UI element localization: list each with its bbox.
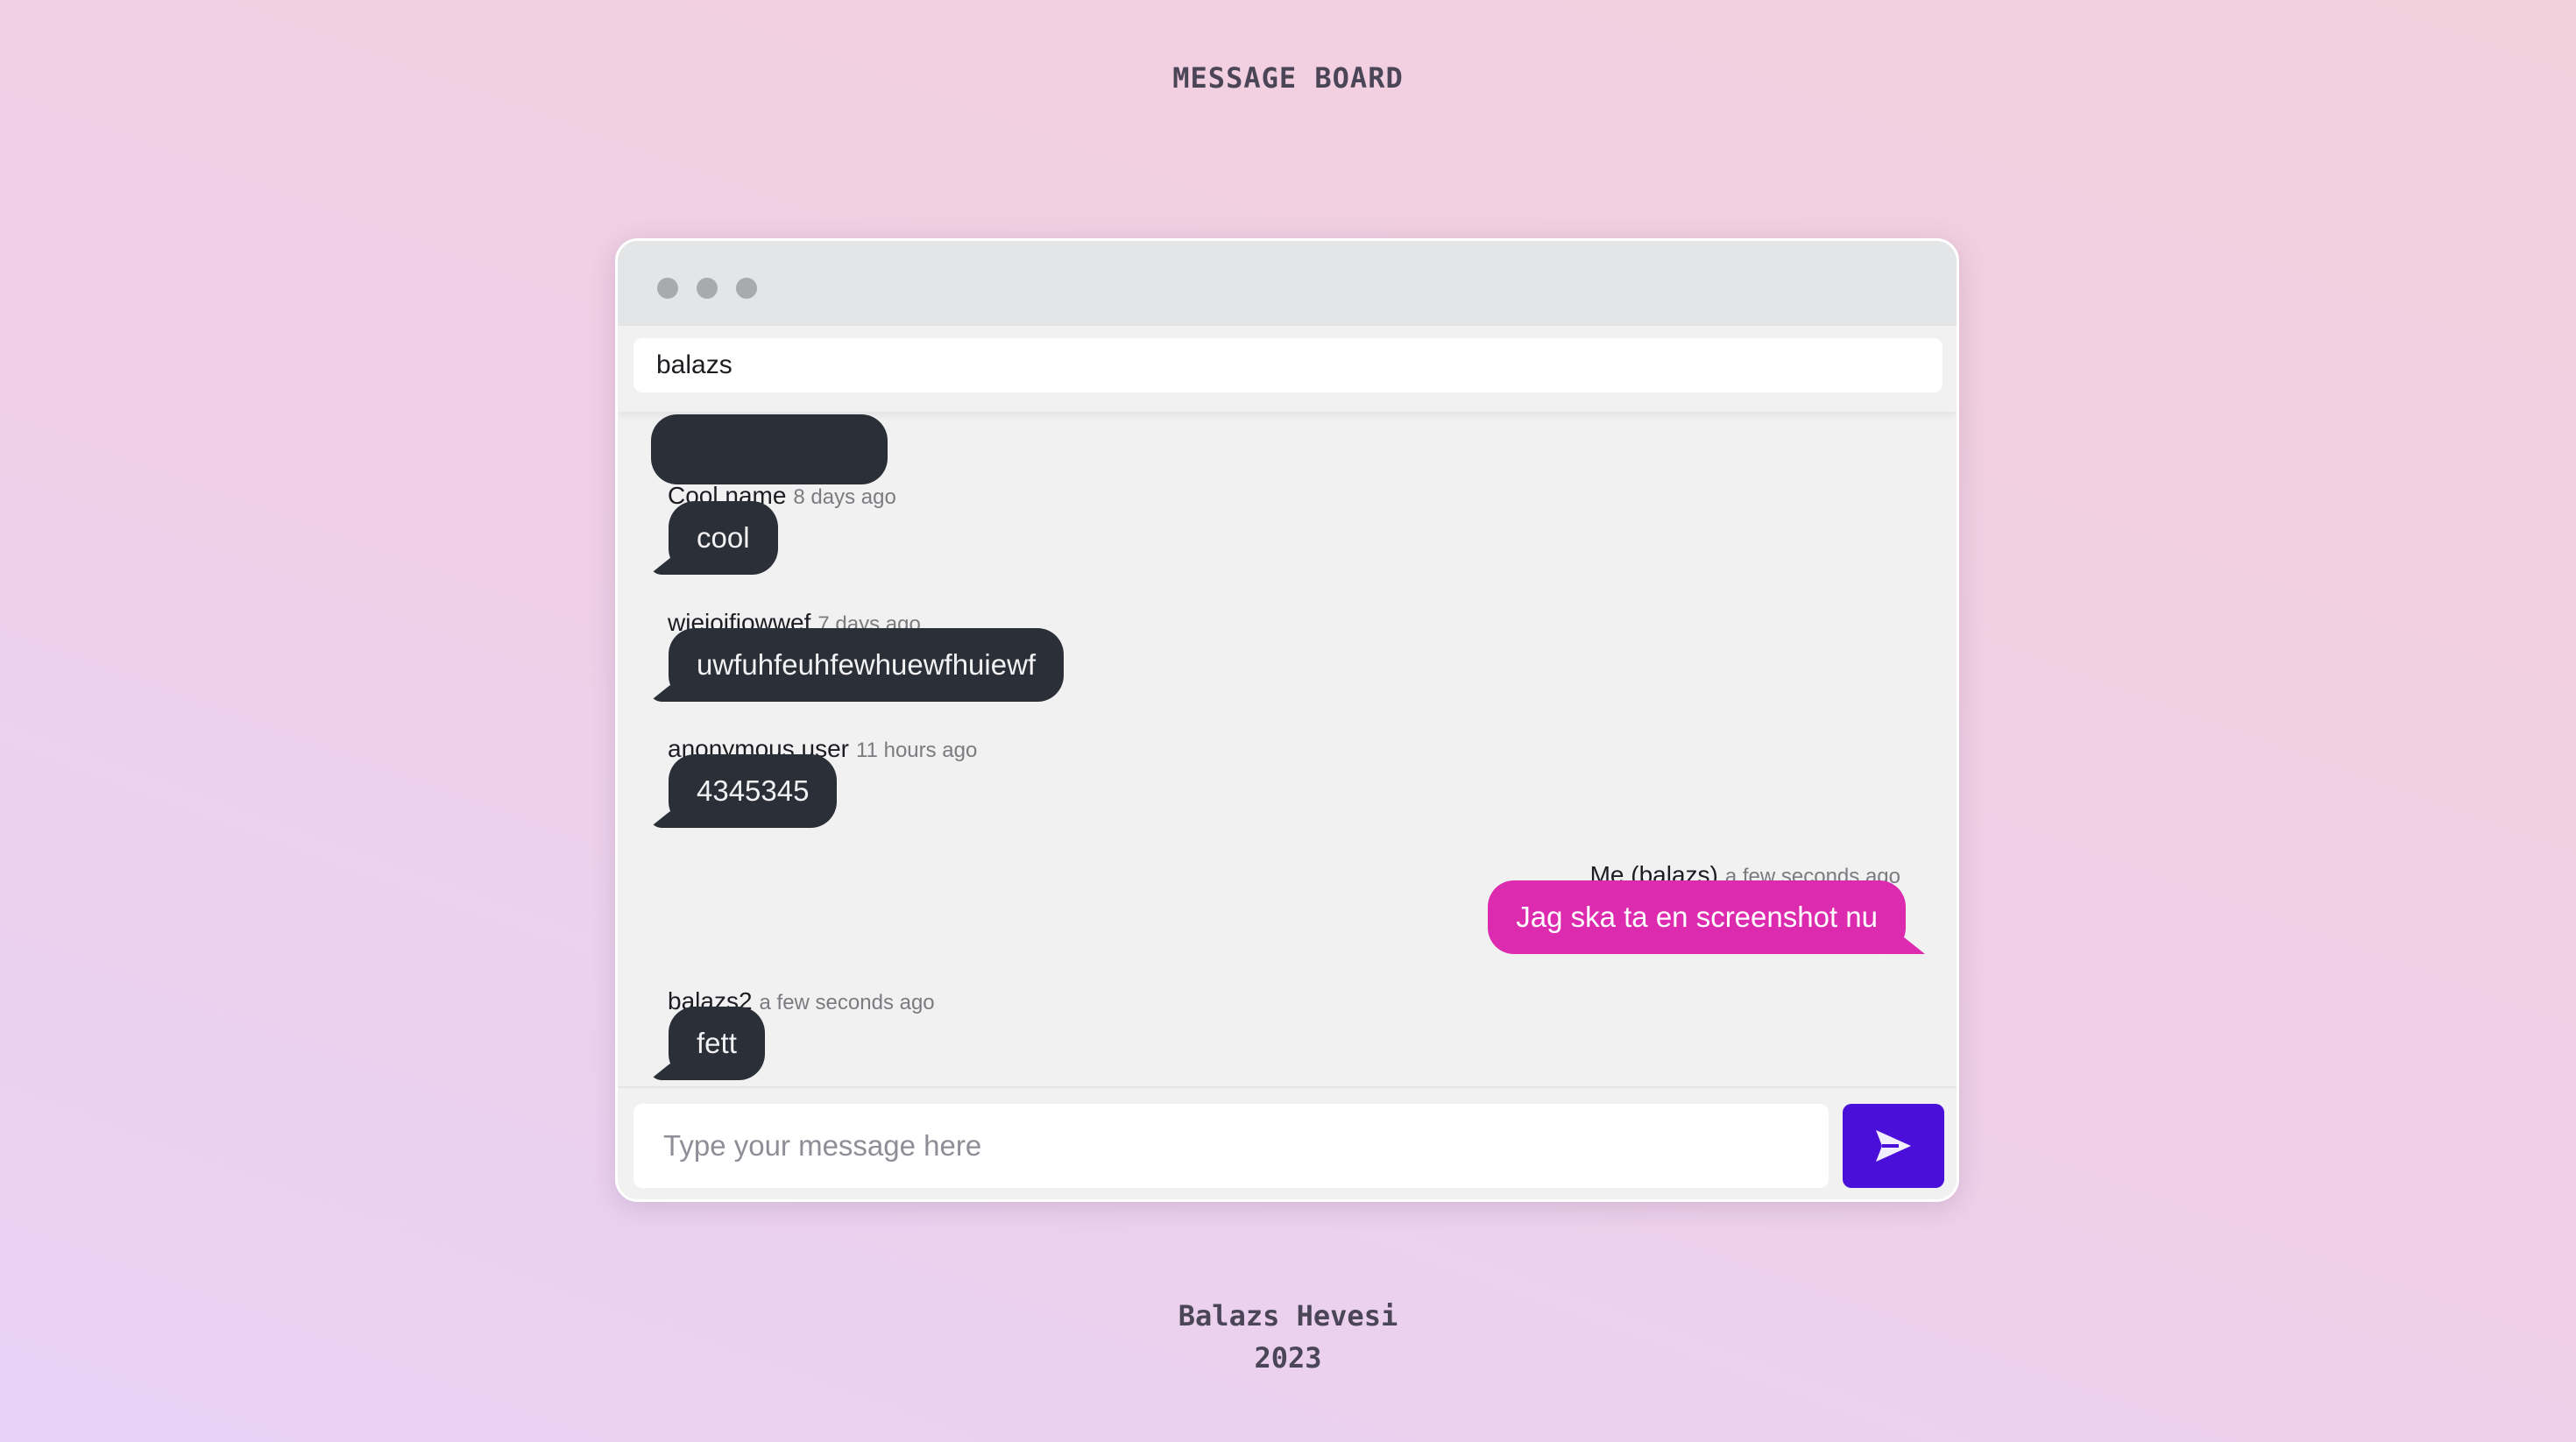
send-button[interactable] (1843, 1104, 1944, 1188)
message-text: 4345345 (697, 774, 810, 807)
window-dot-icon (736, 278, 757, 299)
window-titlebar (618, 241, 1957, 326)
message-text: uwfuhfeuhfewhuewfhuiewf (697, 648, 1037, 681)
message-time: 8 days ago (793, 485, 896, 509)
message-bubble: 4345345 (669, 754, 838, 828)
message-text: fett (697, 1027, 737, 1059)
message-time: a few seconds ago (759, 991, 935, 1014)
footer-author: Balazs Hevesi (1178, 1299, 1398, 1332)
username-input[interactable] (633, 338, 1943, 392)
message-input[interactable] (633, 1104, 1829, 1188)
chat-window: Cool name 8 days ago cool wjeiojfiowwef 7 … (615, 238, 1959, 1202)
window-dot-icon (697, 278, 718, 299)
message-text: cool (697, 521, 750, 554)
page-title: MESSAGE BOARD (1172, 61, 1404, 95)
message-bubble: fett (669, 1007, 765, 1080)
my-message-bubble: Jag ska ta en screenshot nu (1488, 880, 1906, 954)
message-bubble: uwfuhfeuhfewhuewfhuiewf (669, 628, 1065, 702)
footer-year: 2023 (1254, 1341, 1322, 1375)
message-composer (618, 1086, 1957, 1199)
window-dot-icon (657, 278, 678, 299)
send-icon (1876, 1130, 1911, 1162)
message-time: 11 hours ago (856, 739, 978, 762)
message-list[interactable]: Cool name 8 days ago cool wjeiojfiowwef 7 … (618, 364, 1957, 1199)
message-bubble: cool (669, 501, 778, 575)
page-footer: Balazs Hevesi 2023 (0, 1295, 2576, 1379)
message-text: Jag ska ta en screenshot nu (1516, 901, 1878, 933)
partial-message-bubble (651, 414, 888, 484)
name-bar (618, 326, 1957, 412)
